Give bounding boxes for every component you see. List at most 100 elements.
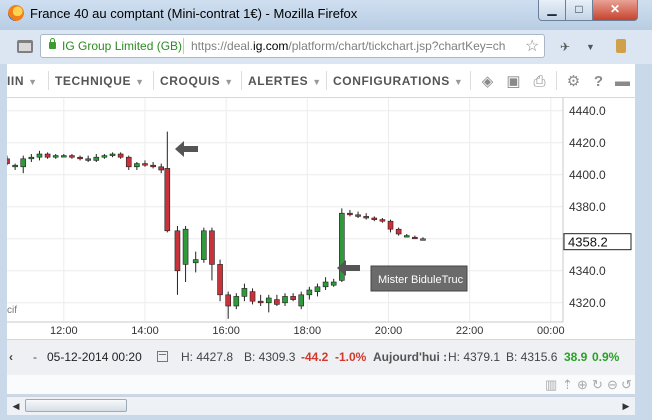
candle-body[interactable] (61, 155, 67, 158)
nav-item-technique[interactable]: TECHNIQUE ▼ (55, 74, 145, 88)
candle-body[interactable] (225, 294, 231, 307)
scroll-left-icon[interactable]: ◀ (7, 397, 25, 415)
candle-body[interactable] (355, 214, 361, 217)
nav-divider (326, 71, 327, 90)
candle-body[interactable] (109, 153, 116, 156)
candle-body[interactable] (117, 153, 124, 158)
candle-body[interactable] (85, 158, 91, 161)
candle-body[interactable] (420, 238, 426, 241)
candle-body[interactable] (233, 296, 240, 307)
candle-body[interactable] (182, 228, 189, 265)
print-icon[interactable]: ⎙ (531, 73, 548, 90)
candle-body[interactable] (52, 155, 59, 158)
pause-icon[interactable]: ▥ (545, 377, 557, 393)
refresh-icon[interactable]: ↻ (592, 377, 603, 393)
candle-body[interactable] (379, 219, 386, 222)
candle-body[interactable] (142, 163, 148, 166)
candle-body[interactable] (28, 156, 35, 160)
annotation-arrow-icon[interactable] (175, 141, 198, 157)
status-bar: ‹ - 05-12-2014 00:20 H: 4427.8 B: 4309.3… (7, 339, 635, 375)
maximize-button[interactable]: □ (565, 0, 593, 21)
bookmark-star-icon[interactable]: ☆ (525, 36, 539, 56)
url-text[interactable]: https://deal.ig.com/platform/chart/tickc… (191, 39, 516, 53)
url-field[interactable]: IG Group Limited (GB) https://deal.ig.co… (40, 34, 545, 58)
candle-body[interactable] (395, 228, 402, 235)
up-arrow-icon[interactable]: ⇡ (562, 377, 573, 393)
zoom-in-icon[interactable]: ⊕ (577, 377, 588, 393)
status-dash: - (33, 350, 37, 364)
x-tick-label: 18:00 (294, 325, 322, 337)
minimize-button[interactable]: ▁ (538, 0, 566, 21)
help-icon[interactable]: ? (590, 73, 607, 90)
chart-canvas[interactable]: 4440.04420.04400.04380.04360.04340.04320… (7, 98, 635, 339)
candle-body[interactable] (241, 288, 248, 297)
scroll-right-icon[interactable]: ▶ (617, 397, 635, 415)
candle-body[interactable] (265, 297, 272, 304)
fit-icon[interactable]: ↺ (621, 377, 632, 393)
zoom-out-icon[interactable]: ⊖ (607, 377, 618, 393)
price-chart[interactable]: 4440.04420.04400.04380.04360.04340.04320… (7, 98, 635, 339)
candle-body[interactable] (314, 286, 321, 292)
y-tick-label: 4340.0 (569, 264, 606, 278)
candle-body[interactable] (290, 296, 296, 300)
calendar-icon[interactable] (157, 351, 168, 362)
status-today-change-pct: 0.9% (592, 350, 620, 364)
menu-dropdown-icon[interactable]: ▼ (586, 42, 595, 52)
status-change-pct: -1.0% (335, 350, 367, 364)
candle-body[interactable] (12, 164, 18, 168)
candle-body[interactable] (347, 212, 353, 216)
close-button[interactable]: ✕ (592, 0, 638, 21)
candle-body[interactable] (150, 164, 156, 168)
site-identity[interactable]: IG Group Limited (GB) (62, 39, 182, 53)
nav-item-croquis[interactable]: CROQUIS ▼ (160, 74, 234, 88)
candle-body[interactable] (209, 230, 215, 265)
nav-item-alertes[interactable]: ALERTES ▼ (248, 74, 322, 88)
candle-body[interactable] (412, 236, 418, 240)
candle-body[interactable] (7, 158, 10, 164)
horizontal-scrollbar[interactable]: ◀ ▶ (7, 396, 635, 415)
candle-body[interactable] (125, 156, 132, 168)
candle-body[interactable] (192, 259, 199, 264)
scroll-thumb[interactable] (25, 399, 127, 412)
candle-body[interactable] (164, 168, 171, 232)
addon-icon[interactable]: ✈ (560, 40, 570, 54)
candle-body[interactable] (387, 220, 394, 230)
candle-body[interactable] (44, 153, 51, 158)
chat-icon[interactable]: ▬ (614, 73, 631, 90)
y-tick-label: 4420.0 (569, 136, 606, 150)
nav-divider (241, 71, 242, 90)
candle-body[interactable] (322, 281, 329, 288)
candle-body[interactable] (274, 299, 280, 305)
candle-body[interactable] (93, 156, 100, 161)
candle-body[interactable] (282, 296, 288, 304)
candle-body[interactable] (69, 155, 75, 158)
gear-icon[interactable]: ⚙ (565, 73, 582, 90)
x-tick-label: 12:00 (50, 325, 78, 337)
candle-body[interactable] (403, 235, 410, 238)
candle-body[interactable] (134, 163, 140, 168)
candle-body[interactable] (20, 158, 27, 168)
candle-body[interactable] (101, 155, 108, 158)
candle-body[interactable] (201, 230, 207, 260)
candle-body[interactable] (249, 291, 256, 302)
layers-icon[interactable]: ◈ (479, 73, 496, 90)
nav-item-configurations[interactable]: CONFIGURATIONS ▼ (333, 74, 463, 88)
candle-body[interactable] (217, 264, 223, 296)
bookmarks-icon[interactable] (616, 39, 626, 53)
candle-body[interactable] (306, 289, 313, 296)
candle-body[interactable] (174, 230, 181, 272)
candle-body[interactable] (330, 281, 337, 286)
nav-item-partial[interactable]: IIN ▼ (7, 74, 38, 88)
lock-icon[interactable] (49, 38, 56, 49)
candle-body[interactable] (363, 216, 369, 219)
candle-body[interactable] (77, 156, 83, 160)
grid-lines (7, 98, 563, 322)
candle-body[interactable] (371, 217, 378, 220)
expand-arrow-icon[interactable]: ‹ (9, 350, 13, 364)
candle-body[interactable] (298, 294, 305, 307)
image-icon[interactable]: ▣ (505, 73, 522, 90)
candle-body[interactable] (158, 166, 165, 171)
page-icon[interactable] (17, 40, 33, 53)
candle-body[interactable] (257, 300, 264, 304)
candle-body[interactable] (36, 153, 43, 158)
